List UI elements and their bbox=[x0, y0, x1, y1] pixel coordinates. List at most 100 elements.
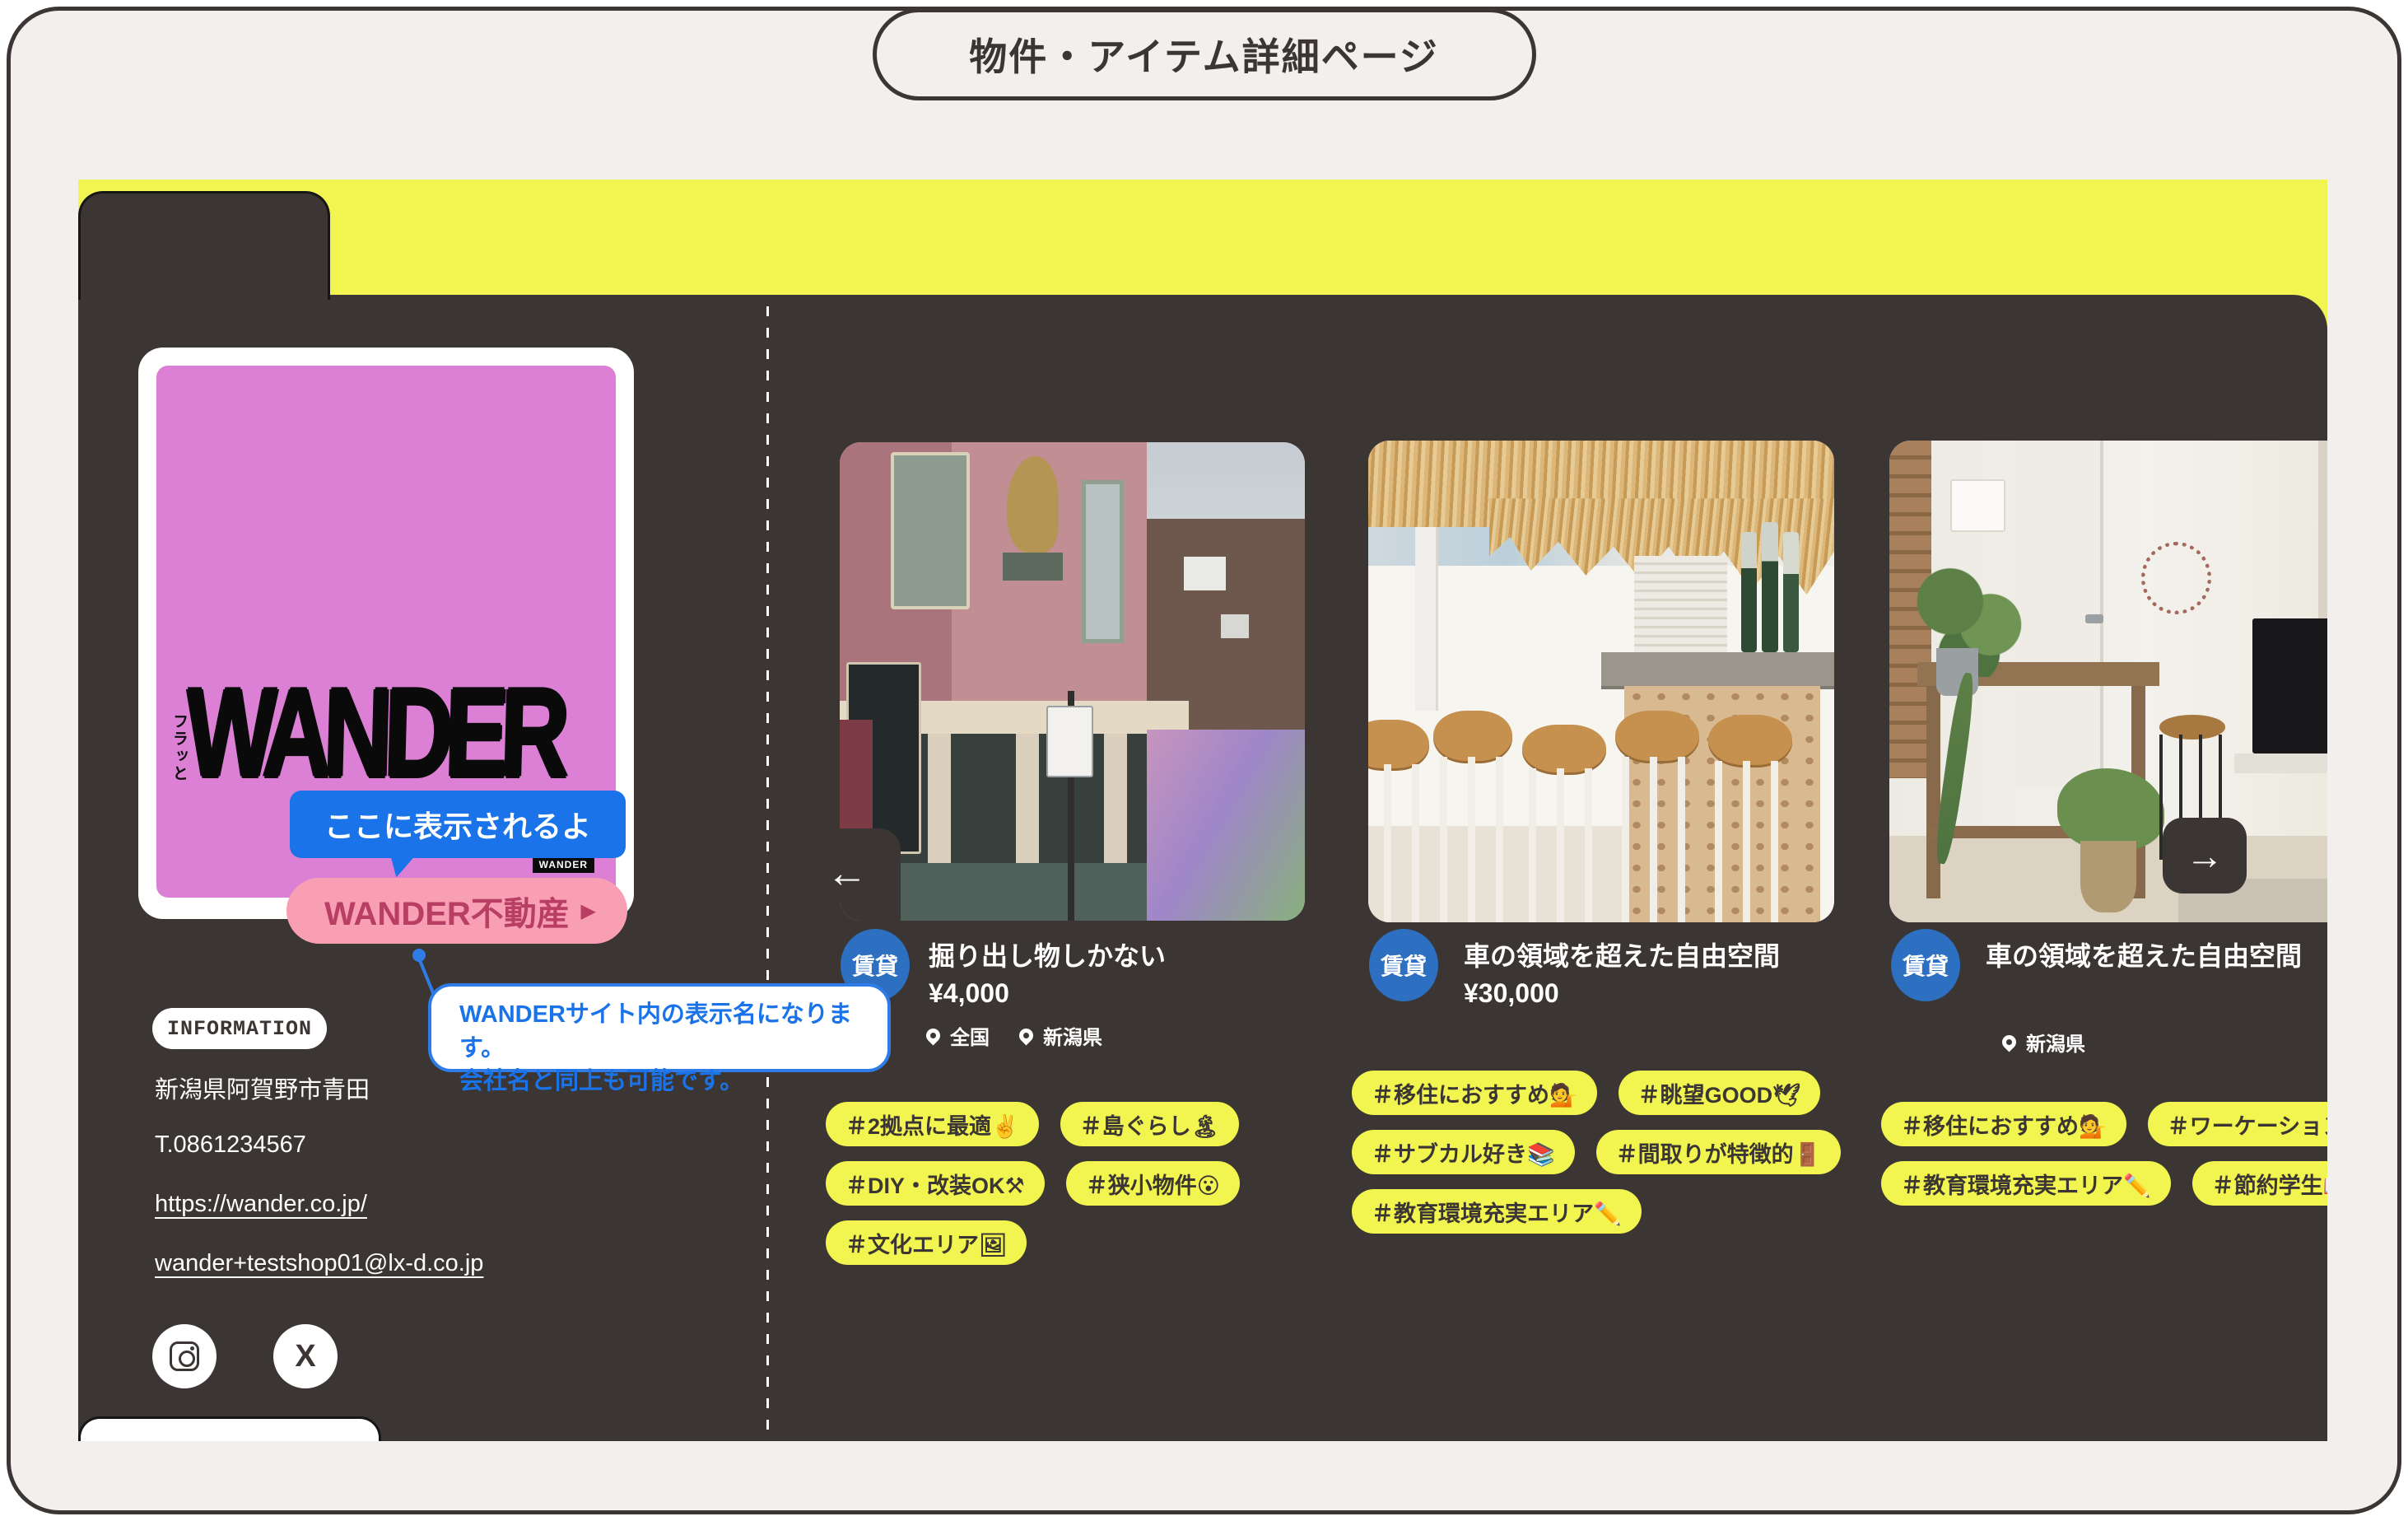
listing-title[interactable]: 車の領域を超えた自由空間 bbox=[1986, 935, 2302, 973]
photo-curtain-shape bbox=[2318, 441, 2327, 643]
hashtag-pill[interactable]: ＃ワーケーション🧑‍💻 bbox=[2148, 1102, 2327, 1146]
location-item: 全国 bbox=[926, 1021, 990, 1050]
carousel-next-button[interactable]: → bbox=[2163, 818, 2247, 893]
chevron-right-icon: ▶ bbox=[581, 899, 596, 923]
hashtag-pill[interactable]: ＃サブカル好き📚 bbox=[1352, 1130, 1575, 1174]
listing-locations: 新潟県 bbox=[2002, 1028, 2085, 1057]
arrow-left-icon: ← bbox=[827, 849, 868, 897]
photo-bottle-shape-3 bbox=[1783, 532, 1799, 652]
photo-table-leg-shape bbox=[1926, 686, 1940, 898]
carousel-prev-button[interactable]: ← bbox=[808, 843, 887, 903]
location-item: 新潟県 bbox=[1019, 1021, 1102, 1050]
listing-title[interactable]: 掘り出し物しかない bbox=[929, 935, 1166, 973]
hashtag-pill[interactable]: ＃文化エリア🖼 bbox=[826, 1220, 1027, 1265]
display-name-tooltip-text: ここに表示されるよ bbox=[324, 803, 591, 846]
listing-locations: 全国 新潟県 bbox=[926, 1021, 1102, 1050]
page-title: 物件・アイテム詳細ページ bbox=[969, 27, 1438, 82]
tag-row: ＃サブカル好き📚 ＃間取りが特徴的🚪 bbox=[1352, 1130, 1841, 1174]
location-pin-icon bbox=[1016, 1025, 1036, 1045]
bottom-sheet-tab[interactable] bbox=[78, 1416, 381, 1441]
photo-bucks-head-board-shape bbox=[1003, 553, 1063, 581]
logo-small-text: WANDER bbox=[533, 856, 594, 873]
x-button[interactable]: X bbox=[273, 1324, 338, 1388]
photo-pixelart-shape-2 bbox=[1221, 614, 1249, 638]
hashtag-pill[interactable]: ＃節約学生📖 bbox=[2192, 1161, 2327, 1206]
photo-fern-pot-shape bbox=[2080, 841, 2136, 913]
information-label-pill: INFORMATION bbox=[152, 1008, 327, 1049]
listing-type-badge: 賃貸 bbox=[1891, 929, 1960, 1001]
hashtag-pill[interactable]: ＃教育環境充実エリア✏️ bbox=[1881, 1161, 2171, 1206]
tooltip-tail bbox=[385, 851, 416, 879]
listing-price: ¥30,000 bbox=[1464, 978, 1559, 1009]
hashtag-pill[interactable]: ＃移住におすすめ💁 bbox=[1881, 1102, 2126, 1146]
hashtag-pill[interactable]: ＃移住におすすめ💁 bbox=[1352, 1071, 1597, 1115]
photo-stool-shape-2 bbox=[1433, 711, 1512, 922]
photo-stool-shape bbox=[1368, 720, 1429, 922]
display-name-tooltip: ここに表示されるよ bbox=[290, 791, 626, 858]
photo-pixelart-shape bbox=[1184, 557, 1226, 590]
arrow-right-icon: → bbox=[2186, 833, 2224, 878]
shop-address: 新潟県阿賀野市青田 bbox=[155, 1071, 370, 1105]
tag-row: ＃移住におすすめ💁 ＃ワーケーション🧑‍💻 bbox=[1881, 1102, 2327, 1146]
photo-bottle-shape bbox=[1741, 532, 1757, 652]
shop-website-link[interactable]: https://wander.co.jp/ bbox=[155, 1191, 367, 1217]
photo-stool-shape-3 bbox=[1522, 725, 1606, 922]
tag-row: ＃DIY・改装OK⚒ ＃狭小物件😮 bbox=[826, 1161, 1240, 1206]
page: 物件・アイテム詳細ページ フラッと WANDER WANDER ここに表示される… bbox=[0, 0, 2408, 1521]
photo-counter-shape bbox=[1601, 652, 1834, 686]
photo-door-handle-shape bbox=[2085, 614, 2104, 624]
photo-bottle-shape-2 bbox=[1762, 522, 1777, 652]
photo-tv-shape bbox=[2252, 618, 2327, 754]
instagram-button[interactable] bbox=[152, 1324, 217, 1388]
hashtag-pill[interactable]: ＃狭小物件😮 bbox=[1066, 1161, 1240, 1206]
vertical-dashed-divider bbox=[766, 306, 769, 1436]
page-title-pill: 物件・アイテム詳細ページ bbox=[873, 8, 1536, 100]
tag-row: ＃教育環境充実エリア✏️ bbox=[1352, 1189, 1642, 1234]
hashtag-pill[interactable]: ＃DIY・改装OK⚒ bbox=[826, 1161, 1045, 1206]
shop-name-button[interactable]: WANDER不動産 ▶ bbox=[286, 878, 627, 944]
listing-type-label: 賃貸 bbox=[1903, 949, 1949, 982]
photo-deer-sign-shape bbox=[1007, 456, 1058, 552]
listing-title[interactable]: 車の領域を超えた自由空間 bbox=[1464, 935, 1780, 973]
photo-stool-shape-4 bbox=[1615, 711, 1699, 922]
hashtag-pill[interactable]: ＃教育環境充実エリア✏️ bbox=[1352, 1189, 1642, 1234]
tag-row: ＃2拠点に最適✌️ ＃島ぐらし🏝 bbox=[826, 1102, 1239, 1146]
hashtag-pill[interactable]: ＃間取りが特徴的🚪 bbox=[1596, 1130, 1842, 1174]
listing-type-label: 賃貸 bbox=[1381, 949, 1427, 982]
hashtag-pill[interactable]: ＃眺望GOOD🕊 bbox=[1619, 1071, 1821, 1115]
shop-name-label: WANDER不動産 bbox=[324, 887, 570, 935]
tag-row: ＃移住におすすめ💁 ＃眺望GOOD🕊 bbox=[1352, 1071, 1820, 1115]
photo-wall-panel-shape bbox=[1950, 479, 2006, 532]
instagram-icon bbox=[170, 1341, 199, 1371]
hashtag-pill[interactable]: ＃2拠点に最適✌️ bbox=[826, 1102, 1039, 1146]
sidebar-top-tab bbox=[78, 191, 330, 300]
note-bubble: WANDERサイト内の表示名になります。 会社名と同上も可能です。 bbox=[428, 983, 891, 1072]
hashtag-pill[interactable]: ＃島ぐらし🏝 bbox=[1060, 1102, 1239, 1146]
shop-phone: T.0861234567 bbox=[155, 1131, 306, 1159]
information-label: INFORMATION bbox=[167, 1017, 312, 1041]
x-icon: X bbox=[295, 1339, 315, 1374]
location-pin-icon bbox=[1999, 1032, 2019, 1052]
photo-shutter-window-shape bbox=[1634, 556, 1727, 662]
photo-mural-shape bbox=[1147, 730, 1305, 921]
location-item: 新潟県 bbox=[2002, 1028, 2085, 1057]
app-panel: フラッと WANDER WANDER ここに表示されるよ WANDER不動産 ▶… bbox=[78, 180, 2327, 1441]
shop-email-link[interactable]: wander+testshop01@lx-d.co.jp bbox=[155, 1250, 483, 1276]
listing-type-label: 賃貸 bbox=[852, 949, 898, 982]
photo-zone-sign-shape bbox=[1046, 706, 1093, 777]
photo-truman-sign-shape bbox=[891, 452, 970, 610]
photo-wreath-shape bbox=[2141, 542, 2211, 614]
listing-type-badge: 賃貸 bbox=[1369, 929, 1438, 1001]
listing-photo-beach-bar[interactable] bbox=[1368, 441, 1834, 922]
photo-window-shape bbox=[1082, 480, 1124, 643]
tag-row: ＃教育環境充実エリア✏️ ＃節約学生📖 bbox=[1881, 1161, 2327, 1206]
location-pin-icon bbox=[923, 1025, 943, 1045]
listing-photo-interior[interactable] bbox=[1889, 441, 2327, 922]
note-bubble-line1: WANDERサイト内の表示名になります。 bbox=[459, 998, 887, 1065]
note-bubble-line2: 会社名と同上も可能です。 bbox=[459, 1065, 887, 1099]
logo-wordmark: WANDER bbox=[184, 660, 603, 805]
listing-photo-pub[interactable] bbox=[840, 442, 1305, 921]
listing-price: ¥4,000 bbox=[929, 978, 1009, 1009]
tag-row: ＃文化エリア🖼 bbox=[826, 1220, 1027, 1265]
photo-stool-shape-5 bbox=[1708, 715, 1792, 922]
